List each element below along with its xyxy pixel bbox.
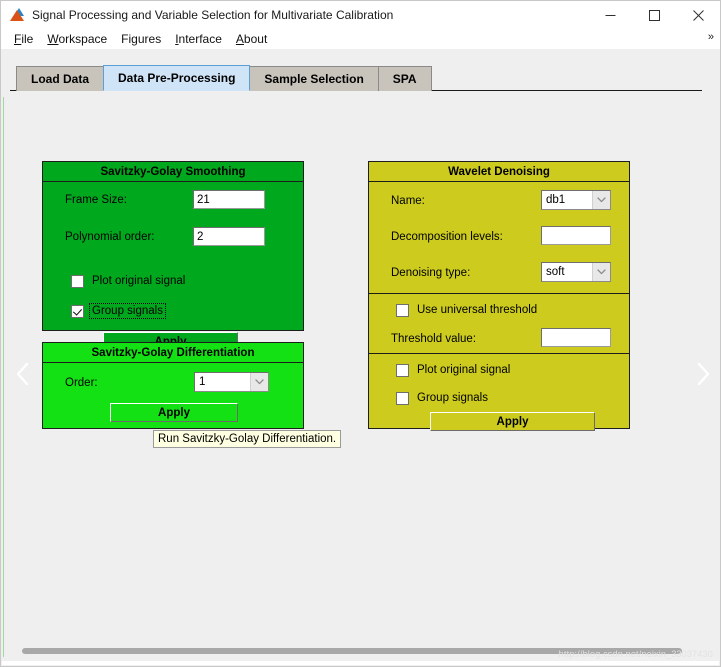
frame-size-label: Frame Size:: [65, 194, 127, 206]
window-controls: [588, 1, 720, 29]
tab-label: Sample Selection: [264, 72, 364, 86]
panel-title-sg-differentiation: Savitzky-Golay Differentiation: [43, 343, 303, 363]
tooltip: Run Savitzky-Golay Differentiation.: [153, 430, 342, 448]
plot-original-signal-checkbox-row-smoothing[interactable]: Plot original signal: [71, 274, 187, 288]
plot-original-signal-checkbox[interactable]: [71, 274, 84, 288]
title-bar: Signal Processing and Variable Selection…: [1, 1, 720, 29]
order-dropdown-value: 1: [199, 376, 206, 388]
apply-button-wavelet[interactable]: Apply: [430, 412, 595, 431]
menu-overflow-icon[interactable]: »: [708, 31, 714, 43]
chevron-down-icon[interactable]: [250, 373, 268, 391]
chevron-right-icon[interactable]: [690, 354, 716, 394]
order-dropdown[interactable]: 1: [194, 372, 269, 392]
frame-size-input[interactable]: [193, 190, 265, 209]
plot-original-signal-label: Plot original signal: [417, 364, 511, 376]
wavelet-section-threshold: Use universal threshold Threshold value:: [369, 293, 629, 353]
menu-item-file[interactable]: File: [7, 31, 40, 47]
menu-bar: File Workspace Figures Interface About: [1, 29, 720, 49]
chevron-down-icon[interactable]: [592, 263, 610, 281]
group-signals-checkbox[interactable]: [71, 304, 84, 318]
tab-load-data[interactable]: Load Data: [16, 66, 105, 91]
tab-label: Data Pre-Processing: [118, 71, 236, 85]
wavelet-section-parameters: Name: db1 Decomposition levels: Denoisin…: [369, 182, 629, 293]
tab-data-pre-processing[interactable]: Data Pre-Processing: [103, 65, 251, 91]
plot-original-signal-checkbox-row-wavelet[interactable]: Plot original signal: [396, 363, 512, 377]
group-signals-label: Group signals: [417, 392, 488, 404]
menu-item-figures[interactable]: Figures: [114, 31, 168, 47]
watermark-text: http://blog.csdn.net/neixin_33037430: [558, 649, 713, 659]
tab-strip: Load Data Data Pre-Processing Sample Sel…: [16, 65, 432, 91]
group-signals-label: Group signals: [89, 303, 166, 319]
group-signals-checkbox-row-wavelet[interactable]: Group signals: [396, 391, 490, 405]
tab-spa[interactable]: SPA: [377, 66, 432, 91]
window-bottom-edge: [2, 661, 719, 665]
apply-button-differentiation[interactable]: Apply: [110, 403, 238, 422]
panel-wavelet-denoising: Wavelet Denoising Name: db1 Decompositio…: [368, 161, 630, 431]
menu-item-about[interactable]: About: [229, 31, 274, 47]
apply-button-label: Apply: [158, 406, 190, 419]
panel-savitzky-golay-differentiation: Savitzky-Golay Differentiation Order: 1 …: [42, 342, 304, 429]
panel-savitzky-golay-smoothing: Savitzky-Golay Smoothing Frame Size: Pol…: [42, 161, 304, 352]
order-label: Order:: [65, 377, 98, 389]
use-universal-threshold-label: Use universal threshold: [417, 304, 538, 316]
matlab-app-icon: [9, 7, 25, 23]
tooltip-text: Run Savitzky-Golay Differentiation.: [158, 433, 337, 445]
chevron-down-icon[interactable]: [592, 191, 610, 209]
client-area: Load Data Data Pre-Processing Sample Sel…: [2, 49, 719, 665]
use-universal-threshold-checkbox-row[interactable]: Use universal threshold: [396, 303, 539, 317]
panel-title-wavelet-denoising: Wavelet Denoising: [369, 162, 629, 182]
window-title: Signal Processing and Variable Selection…: [32, 8, 394, 22]
denoising-type-dropdown-value: soft: [546, 266, 565, 278]
wavelet-section-plotting: Plot original signal Group signals Apply: [369, 353, 629, 431]
panel-body-sg-smoothing: Frame Size: Polynomial order: Plot origi…: [43, 182, 303, 352]
chevron-left-icon[interactable]: [10, 354, 36, 394]
group-signals-checkbox-row-smoothing[interactable]: Group signals: [71, 303, 166, 319]
panel-title-sg-smoothing: Savitzky-Golay Smoothing: [43, 162, 303, 182]
decomposition-levels-label: Decomposition levels:: [391, 231, 503, 243]
apply-button-label: Apply: [496, 415, 529, 428]
denoising-type-dropdown[interactable]: soft: [541, 262, 611, 282]
wavelet-name-dropdown-value: db1: [546, 194, 566, 206]
group-signals-checkbox[interactable]: [396, 391, 409, 405]
left-edge-accent: [3, 97, 4, 657]
maximize-button[interactable]: [632, 1, 676, 29]
close-button[interactable]: [676, 1, 720, 29]
menu-item-workspace[interactable]: Workspace: [40, 31, 114, 47]
tab-label: SPA: [392, 72, 417, 86]
application-window: Signal Processing and Variable Selection…: [0, 0, 721, 667]
panel-body-sg-differentiation: Order: 1 Apply: [43, 363, 303, 428]
minimize-button[interactable]: [588, 1, 632, 29]
wavelet-name-label: Name:: [391, 195, 425, 207]
tab-label: Load Data: [31, 72, 90, 86]
plot-original-signal-checkbox[interactable]: [396, 363, 409, 377]
denoising-type-label: Denoising type:: [391, 267, 471, 279]
tab-sample-selection[interactable]: Sample Selection: [249, 66, 379, 91]
threshold-value-input[interactable]: [541, 328, 611, 347]
use-universal-threshold-checkbox[interactable]: [396, 303, 409, 317]
wavelet-name-dropdown[interactable]: db1: [541, 190, 611, 210]
polynomial-order-input[interactable]: [193, 227, 265, 246]
plot-original-signal-label: Plot original signal: [92, 275, 186, 287]
decomposition-levels-input[interactable]: [541, 226, 611, 245]
threshold-value-label: Threshold value:: [391, 333, 477, 345]
menu-item-interface[interactable]: Interface: [168, 31, 229, 47]
polynomial-order-label: Polynomial order:: [65, 231, 155, 243]
